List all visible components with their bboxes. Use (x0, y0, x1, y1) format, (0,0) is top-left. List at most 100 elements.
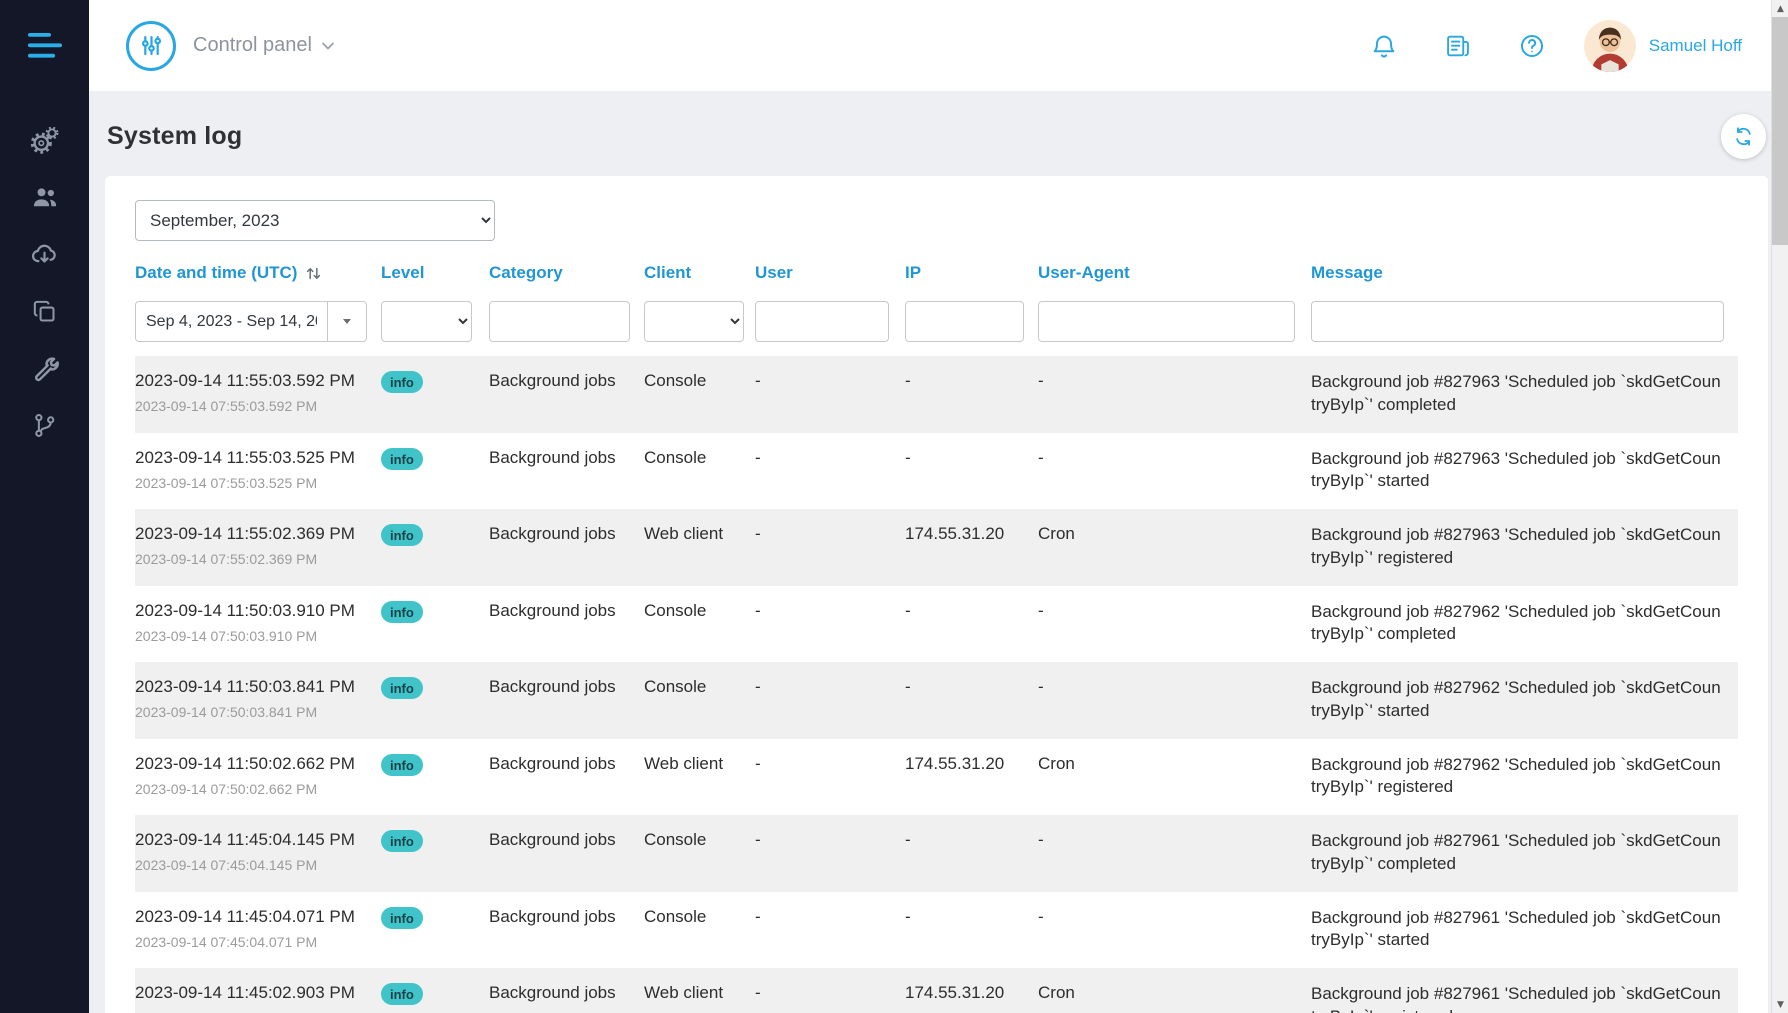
log-ip: - (905, 433, 1038, 510)
column-header-client: Client (644, 263, 755, 301)
log-category: Background jobs (489, 968, 644, 1013)
notifications-button[interactable] (1370, 32, 1398, 60)
message-filter-input[interactable] (1311, 301, 1724, 342)
table-row[interactable]: 2023-09-14 11:55:03.525 PM 2023-09-14 07… (135, 433, 1738, 510)
sidebar-item-users[interactable] (28, 182, 62, 212)
log-datetime-local: 2023-09-14 07:50:02.662 PM (135, 781, 365, 797)
category-filter-input[interactable] (489, 301, 630, 342)
level-badge: info (381, 448, 423, 470)
news-button[interactable] (1444, 32, 1472, 60)
log-user: - (755, 356, 905, 433)
log-ip: - (905, 586, 1038, 663)
table-filter-row (135, 301, 1738, 356)
log-client: Web client (644, 509, 755, 586)
hamburger-menu-button[interactable] (28, 32, 62, 59)
column-header-level: Level (381, 263, 489, 301)
log-category: Background jobs (489, 586, 644, 663)
log-client: Console (644, 433, 755, 510)
vertical-scrollbar[interactable]: ▲ ▼ (1771, 0, 1788, 1013)
sliders-icon (138, 32, 165, 59)
sort-asc-icon[interactable] (305, 265, 322, 282)
scrollbar-up-arrow[interactable]: ▲ (1772, 0, 1788, 17)
log-category: Background jobs (489, 662, 644, 739)
sidebar-item-cloud-download[interactable] (28, 239, 62, 269)
app-window: Control panel (0, 0, 1788, 1013)
client-filter-select[interactable] (644, 301, 744, 342)
log-message: Background job #827961 'Scheduled job `s… (1311, 892, 1738, 969)
avatar[interactable] (1584, 20, 1636, 72)
user-filter-input[interactable] (755, 301, 889, 342)
content: System log September, 2023 (89, 91, 1788, 1013)
log-table-body: 2023-09-14 11:55:03.592 PM 2023-09-14 07… (135, 356, 1738, 1013)
level-badge: info (381, 601, 423, 623)
log-message: Background job #827961 'Scheduled job `s… (1311, 968, 1738, 1013)
level-filter-select[interactable] (381, 301, 472, 342)
log-ip: 174.55.31.20 (905, 968, 1038, 1013)
level-badge: info (381, 907, 423, 929)
column-header-date-label: Date and time (UTC) (135, 263, 297, 283)
column-header-ip: IP (905, 263, 1038, 301)
log-category: Background jobs (489, 739, 644, 816)
month-filter-row: September, 2023 (135, 200, 1738, 241)
chevron-down-icon (321, 41, 335, 51)
sidebar-nav (28, 125, 62, 440)
user-agent-filter-input[interactable] (1038, 301, 1295, 342)
table-row[interactable]: 2023-09-14 11:50:02.662 PM 2023-09-14 07… (135, 739, 1738, 816)
column-header-user-agent: User-Agent (1038, 263, 1311, 301)
level-badge: info (381, 830, 423, 852)
user-name[interactable]: Samuel Hoff (1649, 36, 1742, 56)
table-row[interactable]: 2023-09-14 11:45:04.145 PM 2023-09-14 07… (135, 815, 1738, 892)
log-user-agent: Cron (1038, 968, 1311, 1013)
table-row[interactable]: 2023-09-14 11:45:02.903 PM 2023-09-14 07… (135, 968, 1738, 1013)
sidebar-item-gears[interactable] (28, 125, 62, 155)
date-range-input[interactable] (135, 301, 328, 342)
column-header-message: Message (1311, 263, 1738, 301)
column-header-date[interactable]: Date and time (UTC) (135, 263, 381, 301)
log-message: Background job #827962 'Scheduled job `s… (1311, 739, 1738, 816)
refresh-button[interactable] (1721, 114, 1766, 159)
git-branch-icon (31, 412, 58, 439)
log-datetime-local: 2023-09-14 07:50:03.841 PM (135, 704, 365, 720)
scrollbar-thumb[interactable] (1772, 17, 1788, 245)
log-message: Background job #827963 'Scheduled job `s… (1311, 433, 1738, 510)
table-row[interactable]: 2023-09-14 11:50:03.910 PM 2023-09-14 07… (135, 586, 1738, 663)
log-message: Background job #827962 'Scheduled job `s… (1311, 662, 1738, 739)
system-log-table: Date and time (UTC) Level (135, 263, 1738, 1013)
log-datetime-utc: 2023-09-14 11:55:02.369 PM (135, 524, 365, 544)
log-ip: - (905, 815, 1038, 892)
log-category: Background jobs (489, 509, 644, 586)
ip-filter-input[interactable] (905, 301, 1024, 342)
log-category: Background jobs (489, 815, 644, 892)
app-title-dropdown[interactable]: Control panel (193, 34, 335, 57)
help-button[interactable] (1518, 32, 1546, 60)
sidebar-top (0, 0, 89, 91)
sidebar-item-copy[interactable] (28, 296, 62, 326)
page-title: System log (107, 122, 242, 151)
page-head: System log (107, 114, 1766, 159)
log-message: Background job #827961 'Scheduled job `s… (1311, 815, 1738, 892)
log-datetime-utc: 2023-09-14 11:50:03.841 PM (135, 677, 365, 697)
table-row[interactable]: 2023-09-14 11:55:03.592 PM 2023-09-14 07… (135, 356, 1738, 433)
table-row[interactable]: 2023-09-14 11:55:02.369 PM 2023-09-14 07… (135, 509, 1738, 586)
log-client: Console (644, 662, 755, 739)
log-user: - (755, 892, 905, 969)
log-client: Console (644, 356, 755, 433)
log-user-agent: Cron (1038, 509, 1311, 586)
cloud-download-icon (30, 240, 59, 269)
log-datetime-utc: 2023-09-14 11:45:04.071 PM (135, 907, 365, 927)
sidebar-item-git-branch[interactable] (28, 410, 62, 440)
log-client: Console (644, 586, 755, 663)
log-datetime-utc: 2023-09-14 11:55:03.592 PM (135, 371, 365, 391)
log-datetime-utc: 2023-09-14 11:50:03.910 PM (135, 601, 365, 621)
table-row[interactable]: 2023-09-14 11:45:04.071 PM 2023-09-14 07… (135, 892, 1738, 969)
table-row[interactable]: 2023-09-14 11:50:03.841 PM 2023-09-14 07… (135, 662, 1738, 739)
month-select[interactable]: September, 2023 (135, 200, 495, 241)
sidebar-item-wrench[interactable] (28, 353, 62, 383)
column-header-category: Category (489, 263, 644, 301)
log-datetime-local: 2023-09-14 07:45:04.145 PM (135, 857, 365, 873)
scrollbar-down-arrow[interactable]: ▼ (1772, 996, 1788, 1013)
log-category: Background jobs (489, 356, 644, 433)
level-badge: info (381, 983, 423, 1005)
log-message: Background job #827963 'Scheduled job `s… (1311, 356, 1738, 433)
date-range-dropdown-button[interactable] (328, 301, 367, 342)
